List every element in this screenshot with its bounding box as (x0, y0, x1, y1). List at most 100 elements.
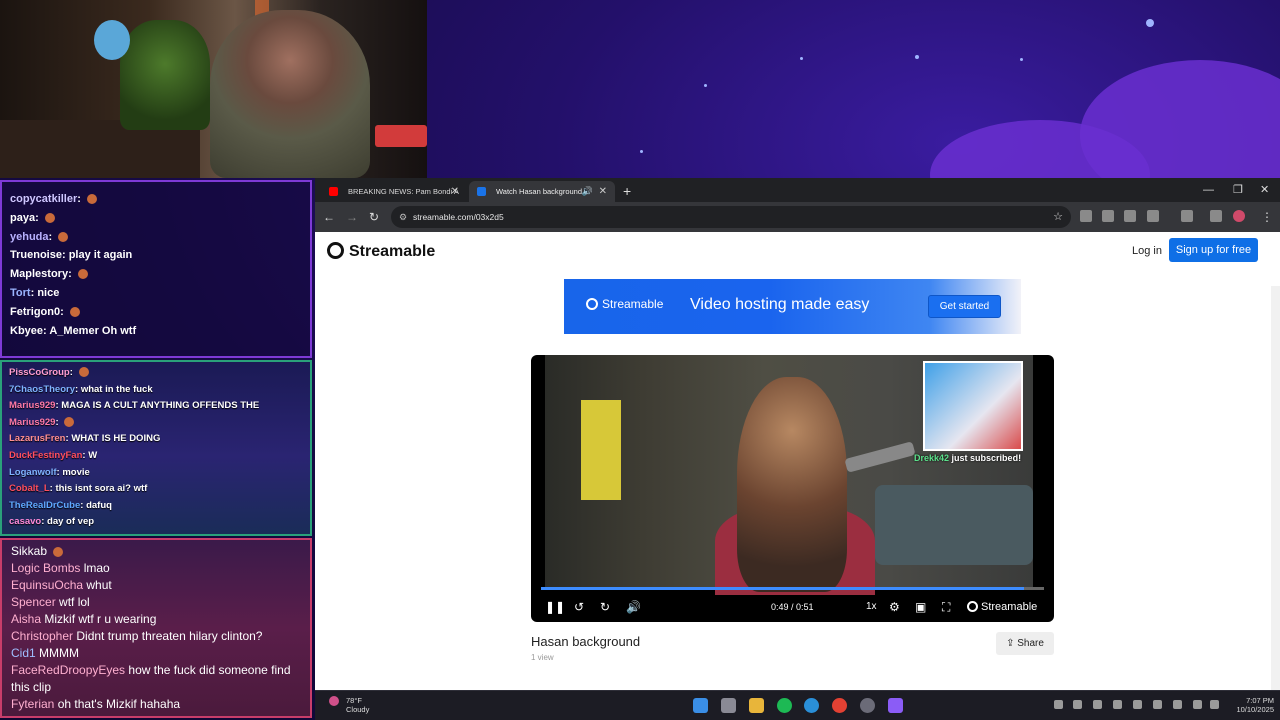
cast-icon[interactable] (1181, 210, 1193, 222)
chat-username[interactable]: Fetrigon0 (10, 306, 60, 318)
chat-username[interactable]: Marius929 (9, 400, 55, 411)
task-view-icon[interactable] (721, 698, 736, 713)
site-info-icon[interactable]: ⚙ (399, 206, 407, 228)
fullscreen-icon[interactable]: ⛶ (942, 599, 950, 615)
chat-username[interactable]: 7ChaosTheory (9, 384, 75, 395)
chat-username[interactable]: Maplestory (10, 268, 68, 280)
picture-in-picture-icon[interactable]: ▣ (915, 599, 926, 615)
forward-icon[interactable]: → (346, 208, 358, 226)
chat-username[interactable]: TheRealDrCube (9, 500, 80, 511)
reading-list-icon[interactable] (1210, 210, 1222, 222)
share-icon: ⇪ (1006, 638, 1015, 649)
chat-username[interactable]: Tort (10, 287, 31, 299)
tray-icon[interactable] (1054, 700, 1063, 709)
url-text: streamable.com/03x2d5 (413, 212, 504, 222)
start-windows-icon[interactable] (693, 698, 708, 713)
chat-username[interactable]: copycatkiller (10, 193, 77, 205)
subscriber-name: Drekk42 (914, 453, 950, 463)
chrome-icon[interactable] (832, 698, 847, 713)
chat-username[interactable]: Kbyee (10, 325, 43, 337)
bookmark-star-icon[interactable]: ☆ (1053, 206, 1063, 228)
chat-username[interactable]: LazarusFren (9, 433, 66, 444)
chat-username[interactable]: Christopher (11, 629, 73, 643)
streamable-logo[interactable]: Streamable (327, 242, 435, 261)
chat-username[interactable]: Cobalt_L (9, 483, 50, 494)
rewind-icon[interactable]: ↺ (574, 599, 584, 615)
url-input[interactable]: ⚙ streamable.com/03x2d5 ☆ (391, 206, 1071, 228)
taskbar-clock[interactable]: 7:07 PM 10/10/2025 (1228, 696, 1274, 714)
new-tab-icon[interactable]: + (623, 181, 631, 201)
chat-text: WHAT IS HE DOING (71, 433, 161, 445)
profile-avatar[interactable] (1233, 210, 1245, 222)
chat-username[interactable]: paya (10, 212, 35, 224)
video-player[interactable]: Drekk42 just subscribed! ❚❚ ↺ ↻ 🔊 0:49 /… (531, 355, 1054, 622)
network-icon[interactable] (1193, 700, 1202, 709)
chat-message: Cobalt_L: this isnt sora ai? wtf (9, 481, 303, 498)
pause-icon[interactable]: ❚❚ (545, 599, 565, 615)
windows-taskbar: 78°F Cloudy 7:07 PM 10/10/2025 (315, 690, 1280, 720)
minimize-icon[interactable]: — (1203, 181, 1214, 199)
close-window-icon[interactable]: ✕ (1260, 181, 1269, 199)
steam-icon[interactable] (1113, 700, 1122, 709)
forward-skip-icon[interactable]: ↻ (600, 599, 610, 615)
spotify-icon[interactable] (777, 698, 792, 713)
get-started-button[interactable]: Get started (928, 295, 1001, 318)
chat-username[interactable]: Loganwolf (9, 467, 57, 478)
obs-icon[interactable] (860, 698, 875, 713)
chat-separator: : (48, 230, 56, 243)
tab-close-icon[interactable]: ✕ (599, 181, 607, 202)
chat-panel-top: copycatkiller: paya: yehuda: Truenoise: … (0, 180, 312, 358)
reload-icon[interactable]: ↻ (369, 208, 379, 226)
share-label: Share (1017, 638, 1044, 649)
chat-username[interactable]: FaceRedDroopyEyes (11, 663, 125, 677)
extension-icon[interactable] (1080, 210, 1092, 222)
login-link[interactable]: Log in (1132, 244, 1162, 258)
chat-username[interactable]: casavo (9, 516, 41, 527)
chat-username[interactable]: Marius929 (9, 417, 55, 428)
browser-window: BREAKING NEWS: Pam Bondi A ✕ Watch Hasan… (315, 178, 1280, 690)
tab-streamable[interactable]: Watch Hasan background | 🔊 ✕ (469, 181, 615, 202)
tab-breaking-news[interactable]: BREAKING NEWS: Pam Bondi A ✕ (321, 181, 467, 202)
tray-icon[interactable] (1073, 700, 1082, 709)
chat-text: this isnt sora ai? wtf (55, 483, 148, 495)
chat-username[interactable]: EquinsuOcha (11, 578, 83, 592)
volume-tray-icon[interactable] (1210, 700, 1219, 709)
page-scrollbar[interactable] (1271, 286, 1280, 690)
file-explorer-icon[interactable] (749, 698, 764, 713)
chat-username[interactable]: Logic Bombs (11, 561, 80, 575)
app-icon[interactable] (888, 698, 903, 713)
video-frame[interactable]: Drekk42 just subscribed! (545, 355, 1033, 595)
chat-username[interactable]: Fyterian (11, 697, 54, 711)
chat-separator: : (77, 193, 84, 205)
extensions-puzzle-icon[interactable] (1147, 210, 1159, 222)
back-icon[interactable]: ← (323, 208, 335, 226)
chat-username[interactable]: Aisha (11, 612, 41, 626)
video-progress-bar[interactable] (541, 587, 1044, 590)
extension-icon[interactable] (1102, 210, 1114, 222)
maximize-icon[interactable]: ❐ (1233, 181, 1243, 199)
menu-dots-icon[interactable]: ⋮ (1261, 208, 1273, 226)
chat-username[interactable]: Spencer (11, 595, 56, 609)
promo-banner[interactable]: Streamable Video hosting made easy Get s… (564, 279, 1021, 334)
tray-icon[interactable] (1093, 700, 1102, 709)
tray-icon[interactable] (1173, 700, 1182, 709)
share-button[interactable]: ⇪ Share (996, 632, 1054, 655)
streamable-watermark[interactable]: Streamable (967, 600, 1037, 614)
chat-username[interactable]: yehuda (10, 231, 49, 243)
chat-username[interactable]: Cid1 (11, 646, 36, 660)
signup-button[interactable]: Sign up for free (1169, 238, 1258, 262)
extension-icon[interactable] (1124, 210, 1136, 222)
chat-username[interactable]: DuckFestinyFan (9, 450, 82, 461)
chat-username[interactable]: Sikkab (11, 544, 47, 558)
tray-icon[interactable] (1133, 700, 1142, 709)
settings-gear-icon[interactable]: ⚙ (889, 599, 900, 615)
playback-speed-button[interactable]: 1x (866, 599, 877, 615)
tray-icon[interactable] (1153, 700, 1162, 709)
edge-icon[interactable] (804, 698, 819, 713)
volume-icon[interactable]: 🔊 (626, 599, 641, 615)
chat-username[interactable]: Truenoise (10, 249, 62, 261)
chat-username[interactable]: PissCoGroup (9, 367, 70, 378)
speaker-icon[interactable]: 🔊 (582, 181, 593, 202)
tab-close-icon[interactable]: ✕ (451, 181, 459, 202)
weather-widget[interactable]: 78°F Cloudy (329, 696, 369, 714)
